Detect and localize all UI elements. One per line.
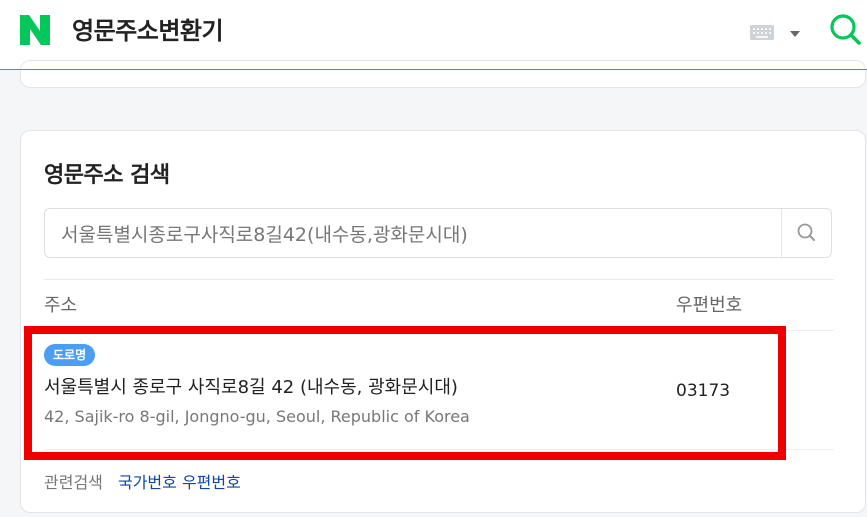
table-row[interactable]: 도로명 서울특별시 종로구 사직로8길 42 (내수동, 광화문시대) 42, … xyxy=(44,331,834,449)
address-english: 42, Sajik-ro 8-gil, Jongno-gu, Seoul, Re… xyxy=(44,407,470,426)
related-search-link[interactable]: 국가번호 우편번호 xyxy=(118,473,241,492)
keyboard-icon xyxy=(750,25,800,40)
chevron-down-icon xyxy=(790,31,800,37)
app-title: 영문주소변환기 xyxy=(72,17,224,45)
related-search: 관련검색 국가번호 우편번호 xyxy=(44,469,241,493)
address-korean: 서울특별시 종로구 사직로8길 42 (내수동, 광화문시대) xyxy=(44,377,458,398)
keyboard-button[interactable] xyxy=(748,22,804,44)
search-submit-button[interactable] xyxy=(782,209,831,257)
column-header-address: 주소 xyxy=(44,295,78,316)
section-title: 영문주소 검색 xyxy=(44,163,170,188)
search-box xyxy=(44,208,832,258)
road-name-badge: 도로명 xyxy=(44,344,96,366)
previous-card xyxy=(20,60,866,88)
header-search-button[interactable] xyxy=(828,12,862,46)
address-search-card: 영문주소 검색 주소 우편번호 도로명 서울특별시 종로구 사직로8길 42 (… xyxy=(20,130,866,513)
search-input[interactable] xyxy=(45,209,781,257)
search-icon xyxy=(797,223,815,241)
zip-code: 03173 xyxy=(676,381,731,401)
logo-icon[interactable] xyxy=(18,14,52,46)
search-icon xyxy=(830,14,861,45)
related-search-label: 관련검색 xyxy=(44,473,103,492)
column-header-zip: 우편번호 xyxy=(676,295,743,316)
